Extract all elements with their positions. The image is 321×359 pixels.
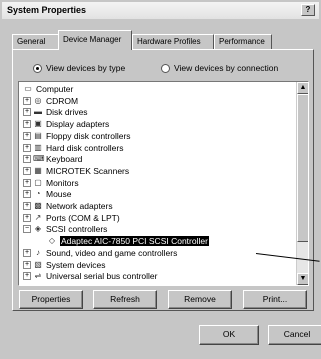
disk-drive-icon: ▬ [34,107,42,117]
tab-hardware-profiles[interactable]: Hardware Profiles [132,34,214,50]
expand-icon[interactable]: + [23,166,31,175]
expand-icon[interactable]: + [23,202,31,210]
tree-item-label: SCSI controllers [46,224,108,235]
tab-performance[interactable]: Performance [214,34,272,50]
view-by-type-label: View devices by type [46,63,126,73]
scsi-device-icon: ◇ [48,236,56,246]
expand-icon[interactable]: + [23,248,31,257]
remove-button[interactable]: Remove [168,290,232,309]
scroll-up-button[interactable]: ▲ [297,82,308,94]
tree-item-label: System devices [46,259,106,270]
tree-item-label: Hard disk controllers [46,142,124,153]
help-button[interactable]: ? [301,4,315,16]
expand-icon[interactable]: + [23,155,31,164]
tree-item-label: Disk drives [46,107,88,118]
ok-button[interactable]: OK [199,325,259,345]
tree-item-label: Universal serial bus controller [46,271,158,282]
tree-item-label: Display adapters [46,119,110,130]
tree-item-label: CDROM [46,95,79,106]
print-button[interactable]: Print... [243,290,307,309]
hard-disk-controller-icon: ▥ [34,142,42,152]
device-tree-list: ▭ Computer + ◎ CDROM + ▬ Disk drives + ▣ Display a… [19,82,296,285]
tab-general[interactable]: General [12,34,60,50]
expand-icon[interactable]: + [23,272,31,281]
cdrom-icon: ◎ [34,95,42,105]
monitor-icon: ▢ [34,177,42,187]
view-by-type-radio[interactable] [33,64,42,73]
scroll-down-button[interactable]: ▼ [297,273,308,285]
window-title: System Properties [7,5,87,15]
tree-item-label: Network adapters [46,201,113,211]
expand-icon[interactable]: + [23,190,31,199]
expand-icon[interactable]: + [23,96,31,105]
scroll-thumb[interactable] [297,94,308,242]
collapse-icon[interactable]: − [23,225,31,234]
tree-item-label: Adaptec AIC-7850 PCI SCSI Controller [60,236,209,247]
view-by-connection-radio[interactable] [161,64,170,73]
expand-icon[interactable]: + [23,108,31,117]
tree-item-label: Mouse [46,189,72,200]
tree-item-label: Monitors [46,177,79,188]
properties-button[interactable]: Properties [19,290,83,309]
display-adapter-icon: ▣ [34,119,42,129]
tree-item-label: Sound, video and game controllers [46,247,178,258]
title-bar: System Properties ? [2,2,319,19]
tree-item-label: MICROTEK Scanners [46,165,130,176]
view-by-connection-label: View devices by connection [174,63,279,73]
system-properties-window: System Properties ? General Device Manag… [0,0,321,359]
device-tree-scrollbar[interactable]: ▲ ▼ [296,82,308,285]
tree-item-label: Ports (COM & LPT) [46,212,120,223]
tab-device-manager[interactable]: Device Manager [58,30,132,50]
scanner-icon: ▦ [34,165,42,175]
expand-icon[interactable]: + [23,213,31,222]
network-adapter-icon: ▩ [34,201,42,210]
expand-icon[interactable]: + [23,131,31,140]
expand-icon[interactable]: + [23,143,31,152]
computer-icon: ▭ [24,84,32,93]
sound-icon: ♪ [36,247,40,257]
scsi-controller-icon: ◈ [34,224,42,234]
refresh-button[interactable]: Refresh [93,290,157,309]
tree-item-label: Floppy disk controllers [46,130,131,141]
system-devices-icon: ▧ [34,259,42,269]
tree-item-label: Computer [36,84,74,94]
floppy-controller-icon: ▤ [34,130,42,140]
keyboard-icon: ⌨ [33,154,45,164]
mouse-icon: ◔ [35,189,41,199]
expand-icon[interactable]: + [23,178,31,187]
usb-icon: ⇌ [34,271,42,281]
port-icon: ↗ [34,212,42,222]
tree-item-label: Keyboard [46,154,83,165]
expand-icon[interactable]: + [23,260,31,269]
device-manager-panel: View devices by type View devices by con… [12,49,314,311]
expand-icon[interactable]: + [23,120,31,129]
cancel-button[interactable]: Cancel [268,325,321,345]
